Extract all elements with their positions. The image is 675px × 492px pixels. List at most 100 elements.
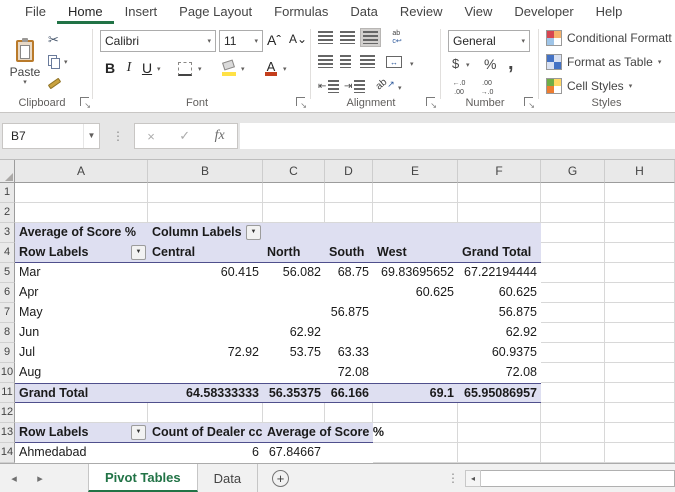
font-name-select[interactable]: Calibri ▾ (100, 30, 216, 52)
cell-B2[interactable] (148, 203, 263, 223)
cell-E2[interactable] (373, 203, 458, 223)
ribbon-tab-page-layout[interactable]: Page Layout (168, 0, 263, 24)
cell-F7[interactable]: 56.875 (458, 303, 541, 323)
sheet-nav-left-icon[interactable]: ◂ (0, 464, 28, 492)
cell-B6[interactable] (148, 283, 263, 303)
cell-F9[interactable]: 60.9375 (458, 343, 541, 363)
row-header-2[interactable]: 2 (0, 203, 15, 223)
cell-E7[interactable] (373, 303, 458, 323)
borders-dropdown-icon[interactable]: ▾ (198, 66, 202, 73)
cell-D14[interactable] (325, 443, 373, 463)
cell-C5[interactable]: 56.082 (263, 263, 325, 283)
cell-G6[interactable] (541, 283, 605, 303)
select-all-corner[interactable] (0, 160, 15, 183)
name-box-dropdown-icon[interactable]: ▼ (83, 124, 99, 148)
cell-G10[interactable] (541, 363, 605, 383)
decrease-indent-button[interactable]: ⇤ (318, 80, 340, 93)
cancel-button[interactable]: × (147, 129, 155, 144)
wrap-text-button[interactable]: ab c↩ (388, 30, 406, 46)
cell-F4[interactable]: Grand Total (458, 243, 541, 263)
number-format-select[interactable]: General ▾ (448, 30, 530, 52)
cell-B14[interactable]: 6 (148, 443, 263, 463)
decrease-font-size-button[interactable]: A⌄ (289, 32, 307, 46)
cell-C9[interactable]: 53.75 (263, 343, 325, 363)
cell-B13[interactable]: Count of Dealer cc (148, 423, 263, 443)
cell-A3[interactable]: Average of Score % (15, 223, 148, 243)
cell-C2[interactable] (263, 203, 325, 223)
cell-D3[interactable] (325, 223, 373, 243)
cell-C3[interactable] (263, 223, 325, 243)
name-box[interactable]: B7 ▼ (2, 123, 100, 149)
cell-A5[interactable]: Mar (15, 263, 148, 283)
cell-D8[interactable] (325, 323, 373, 343)
column-header-a[interactable]: A (15, 160, 148, 183)
bold-button[interactable]: B (102, 60, 118, 76)
accounting-format-button[interactable]: $ (452, 56, 459, 71)
cell-C7[interactable] (263, 303, 325, 323)
column-header-g[interactable]: G (541, 160, 605, 183)
cell-G9[interactable] (541, 343, 605, 363)
cell-styles-button[interactable]: Cell Styles ▾ (546, 78, 632, 94)
formula-input[interactable] (240, 123, 675, 149)
cell-E14[interactable] (373, 443, 458, 463)
cell-B7[interactable] (148, 303, 263, 323)
column-header-c[interactable]: C (263, 160, 325, 183)
bottom-align-button[interactable] (360, 28, 381, 47)
increase-font-size-button[interactable]: Aˆ (267, 32, 281, 48)
filter-dropdown-icon[interactable]: ▼ (131, 425, 146, 440)
cell-F1[interactable] (458, 183, 541, 203)
cell-F3[interactable] (458, 223, 541, 243)
clipboard-dialog-launcher[interactable] (80, 97, 91, 110)
cell-B8[interactable] (148, 323, 263, 343)
middle-align-button[interactable] (340, 31, 355, 44)
cell-C11[interactable]: 56.35375 (263, 383, 325, 403)
cell-F5[interactable]: 67.22194444 (458, 263, 541, 283)
cell-H13[interactable] (605, 423, 675, 443)
cell-F12[interactable] (458, 403, 541, 423)
cell-A1[interactable] (15, 183, 148, 203)
cell-D10[interactable]: 72.08 (325, 363, 373, 383)
cell-B4[interactable]: Central (148, 243, 263, 263)
cell-D4[interactable]: South (325, 243, 373, 263)
new-sheet-button[interactable]: + (272, 469, 290, 487)
cell-E12[interactable] (373, 403, 458, 423)
cell-G4[interactable] (541, 243, 605, 263)
ribbon-tab-formulas[interactable]: Formulas (263, 0, 339, 24)
cell-H9[interactable] (605, 343, 675, 363)
cell-C8[interactable]: 62.92 (263, 323, 325, 343)
cut-button[interactable]: ✂ (48, 32, 59, 48)
cell-F14[interactable] (458, 443, 541, 463)
ribbon-tab-view[interactable]: View (453, 0, 503, 24)
cell-B12[interactable] (148, 403, 263, 423)
merge-center-button[interactable]: ↔ (386, 56, 402, 68)
cell-G7[interactable] (541, 303, 605, 323)
font-dialog-launcher[interactable] (296, 97, 307, 110)
underline-dropdown-icon[interactable]: ▾ (157, 66, 161, 73)
scroll-left-icon[interactable]: ◂ (465, 469, 481, 487)
cell-E8[interactable] (373, 323, 458, 343)
row-header-13[interactable]: 13 (0, 423, 15, 443)
conditional-formatting-button[interactable]: Conditional Formatt (546, 30, 672, 46)
column-header-e[interactable]: E (373, 160, 458, 183)
cell-A4[interactable]: Row Labels ▼ (15, 243, 148, 263)
cell-D12[interactable] (325, 403, 373, 423)
sheet-nav-right-icon[interactable]: ▸ (28, 464, 52, 492)
cell-C12[interactable] (263, 403, 325, 423)
paste-dropdown-icon[interactable]: ▾ (23, 79, 27, 86)
cell-G8[interactable] (541, 323, 605, 343)
row-header-14[interactable]: 14 (0, 443, 15, 463)
row-header-4[interactable]: 4 (0, 243, 15, 263)
cell-A8[interactable]: Jun (15, 323, 148, 343)
cell-B11[interactable]: 64.58333333 (148, 383, 263, 403)
cell-G13[interactable] (541, 423, 605, 443)
cell-H11[interactable] (605, 383, 675, 403)
filter-dropdown-icon[interactable]: ▼ (131, 245, 146, 260)
ribbon-tab-developer[interactable]: Developer (503, 0, 584, 24)
cell-B5[interactable]: 60.415 (148, 263, 263, 283)
cell-G3[interactable] (541, 223, 605, 243)
row-header-7[interactable]: 7 (0, 303, 15, 323)
scrollbar-thumb[interactable] (481, 469, 675, 487)
italic-button[interactable]: I (122, 60, 136, 76)
cell-F8[interactable]: 62.92 (458, 323, 541, 343)
cell-D11[interactable]: 66.166 (325, 383, 373, 403)
